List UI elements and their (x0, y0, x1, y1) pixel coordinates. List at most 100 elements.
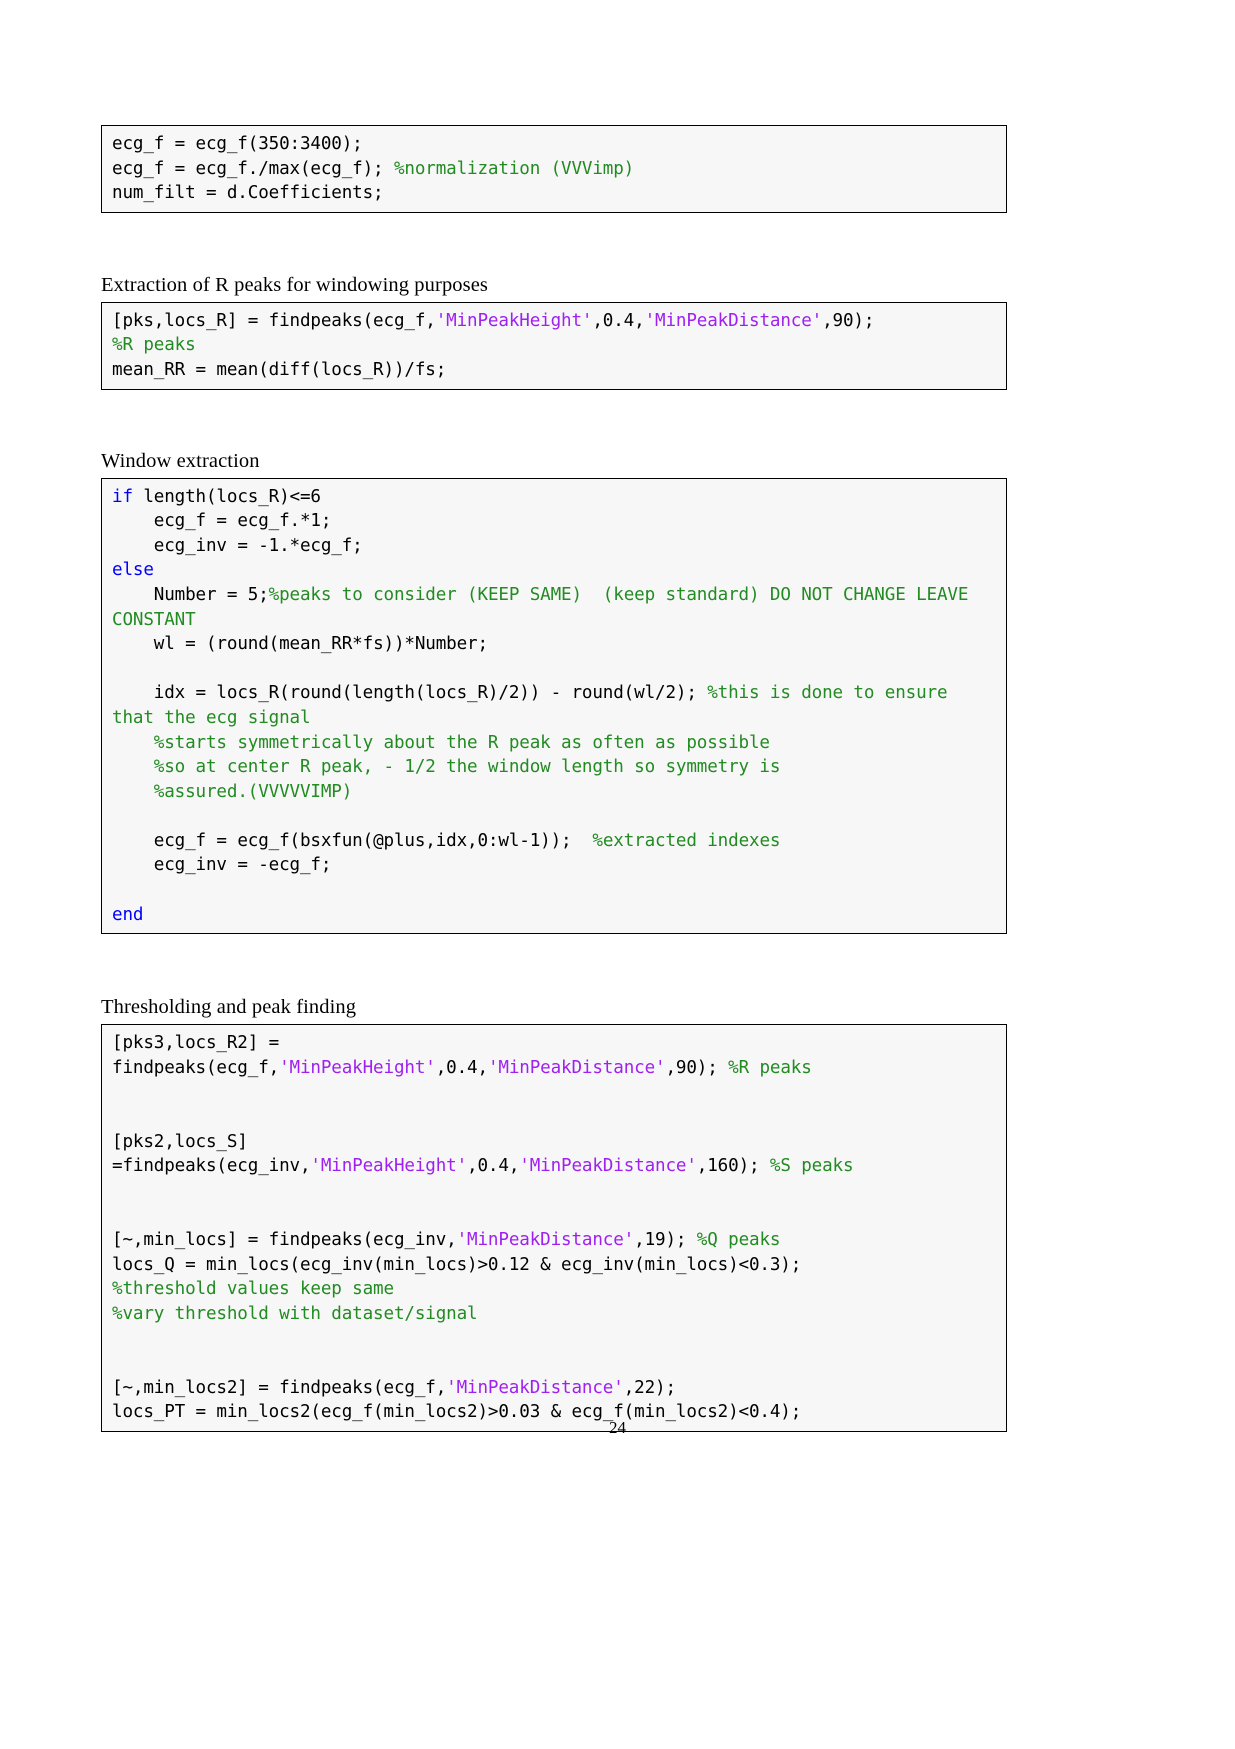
code-token-plain: [~,min_locs2] = findpeaks(ecg_f, (112, 1377, 447, 1398)
code-token-plain: Number = 5; (112, 584, 269, 605)
code-line: if length(locs_R)<=6 (112, 485, 998, 510)
code-line: num_filt = d.Coefficients; (112, 181, 998, 206)
code-token-com: %starts symmetrically about the R peak a… (153, 732, 770, 753)
code-token-str: 'MinPeakDistance' (644, 310, 823, 331)
code-token-str: 'MinPeakHeight' (310, 1156, 468, 1177)
code-token-plain: [pks3,locs_R2] = (112, 1033, 280, 1054)
code-line: Number = 5;%peaks to consider (KEEP SAME… (112, 583, 998, 632)
code-token-str: 'MinPeakDistance' (446, 1377, 624, 1398)
code-token-com: %assured.(VVVVVIMP) (153, 781, 353, 802)
code-line: findpeaks(ecg_f,'MinPeakHeight',0.4,'Min… (112, 1056, 998, 1081)
code-line: locs_Q = min_locs(ecg_inv(min_locs)>0.12… (112, 1253, 998, 1278)
code-token-plain: wl = (round(mean_RR*fs))*Number; (112, 634, 488, 655)
code-line: ecg_inv = -ecg_f; (112, 853, 998, 878)
code-line: [~,min_locs2] = findpeaks(ecg_f,'MinPeak… (112, 1376, 998, 1401)
code-block-window-extraction: if length(locs_R)<=6 ecg_f = ecg_f.*1; e… (101, 477, 1007, 935)
code-line: mean_RR = mean(diff(locs_R))/fs; (112, 358, 998, 383)
page-number: 24 (609, 1418, 626, 1437)
code-token-plain: ecg_inv = -1.*ecg_f; (112, 535, 363, 556)
code-token-plain: [~,min_locs] = findpeaks(ecg_inv, (112, 1230, 457, 1250)
heading-extraction-of-r-peaks: Extraction of R peaks for windowing purp… (101, 273, 488, 296)
code-token-com: %Q peaks (696, 1230, 781, 1250)
code-line: ecg_f = ecg_f.*1; (112, 509, 998, 534)
code-token-plain: ecg_f = ecg_f./max(ecg_f); (112, 158, 394, 179)
code-line: idx = locs_R(round(length(locs_R)/2)) - … (112, 681, 998, 730)
code-line: %so at center R peak, - 1/2 the window l… (112, 755, 998, 780)
code-token-com: %R peaks (728, 1057, 812, 1078)
code-line: ecg_f = ecg_f./max(ecg_f); %normalizatio… (112, 157, 998, 182)
code-line: %threshold values keep same (112, 1277, 998, 1302)
code-line: [~,min_locs] = findpeaks(ecg_inv,'MinPea… (112, 1228, 998, 1253)
code-token-str: 'MinPeakDistance' (487, 1057, 666, 1078)
code-token-plain: ,90); (665, 1057, 729, 1078)
code-token-plain: ,0.4, (435, 1057, 488, 1078)
code-line: ecg_f = ecg_f(bsxfun(@plus,idx,0:wl-1));… (112, 829, 998, 854)
code-line: [pks,locs_R] = findpeaks(ecg_f,'MinPeakH… (112, 309, 998, 334)
code-token-plain: [pks,locs_R] = findpeaks(ecg_f, (112, 310, 436, 331)
code-line: %assured.(VVVVVIMP) (112, 780, 998, 805)
code-token-plain: ,90); (822, 310, 875, 331)
code-token-plain: locs_Q = min_locs(ecg_inv(min_locs)>0.12… (112, 1254, 802, 1275)
code-token-plain: findpeaks(ecg_f, (112, 1057, 280, 1078)
code-line: wl = (round(mean_RR*fs))*Number; (112, 632, 998, 657)
code-token-plain: ,0.4, (467, 1156, 520, 1177)
code-token-plain: =findpeaks(ecg_inv, (112, 1156, 311, 1177)
code-line: %starts symmetrically about the R peak a… (112, 731, 998, 756)
code-token-plain: ecg_f = ecg_f(bsxfun(@plus,idx,0:wl-1)); (112, 830, 593, 851)
code-line: ecg_inv = -1.*ecg_f; (112, 534, 998, 559)
code-lines: [pks3,locs_R2] = findpeaks(ecg_f,'MinPeak… (102, 1031, 1006, 1425)
code-lines: ecg_f = ecg_f(350:3400); ecg_f = ecg_f./m… (102, 132, 1006, 206)
code-line: [pks3,locs_R2] = (112, 1031, 998, 1056)
heading-window-extraction: Window extraction (101, 449, 260, 472)
code-token-com: %vary threshold with dataset/signal (112, 1303, 478, 1324)
code-token-com: %R peaks (112, 335, 196, 356)
page-content: ecg_f = ecg_f(350:3400); ecg_f = ecg_f./m… (101, 125, 1007, 1432)
code-line: %vary threshold with dataset/signal (112, 1302, 998, 1327)
code-token-plain: ,19); (634, 1230, 697, 1250)
code-line: %R peaks (112, 333, 998, 358)
code-block-r-peak-extraction: [pks,locs_R] = findpeaks(ecg_f,'MinPeakH… (101, 301, 1007, 390)
code-block-normalization: ecg_f = ecg_f(350:3400); ecg_f = ecg_f./m… (101, 125, 1007, 213)
code-token-str: 'MinPeakDistance' (456, 1230, 635, 1250)
code-block-thresholding-peak-finding: [pks3,locs_R2] = findpeaks(ecg_f,'MinPeak… (101, 1024, 1007, 1432)
code-lines: if length(locs_R)<=6 ecg_f = ecg_f.*1; e… (102, 485, 1006, 928)
code-token-com: %so at center R peak, - 1/2 the window l… (153, 757, 781, 778)
code-token-com: %normalization (VVVimp) (393, 158, 635, 179)
document-page: ecg_f = ecg_f(350:3400); ecg_f = ecg_f./m… (0, 0, 1235, 1749)
code-token-com: %S peaks (769, 1156, 854, 1177)
code-token-plain: length(locs_R)<=6 (132, 486, 321, 507)
code-line: else (112, 558, 998, 583)
code-token-plain: ecg_f = ecg_f(350:3400); (112, 134, 363, 154)
code-token-kw: end (112, 904, 144, 925)
code-token-plain: ,22); (623, 1377, 676, 1398)
code-token-plain: ecg_inv = -ecg_f; (112, 855, 332, 876)
code-token-str: 'MinPeakHeight' (435, 310, 593, 331)
code-token-plain: mean_RR = mean(diff(locs_R))/fs; (112, 359, 447, 380)
code-line: =findpeaks(ecg_inv,'MinPeakHeight',0.4,'… (112, 1154, 998, 1179)
code-line: ecg_f = ecg_f(350:3400); (112, 132, 998, 157)
code-token-plain: num_filt = d.Coefficients; (112, 183, 384, 204)
code-token-str: 'MinPeakDistance' (519, 1156, 697, 1177)
code-token-plain: ,160); (696, 1156, 770, 1177)
code-token-plain: idx = locs_R(round(length(locs_R)/2)) - … (112, 683, 708, 704)
code-token-plain: ,0.4, (592, 310, 645, 331)
code-line: end (112, 903, 998, 928)
code-lines: [pks,locs_R] = findpeaks(ecg_f,'MinPeakH… (102, 309, 1006, 383)
code-token-kw: else (112, 560, 154, 581)
code-line: [pks2,locs_S] (112, 1130, 998, 1155)
code-token-kw: if (112, 486, 133, 507)
